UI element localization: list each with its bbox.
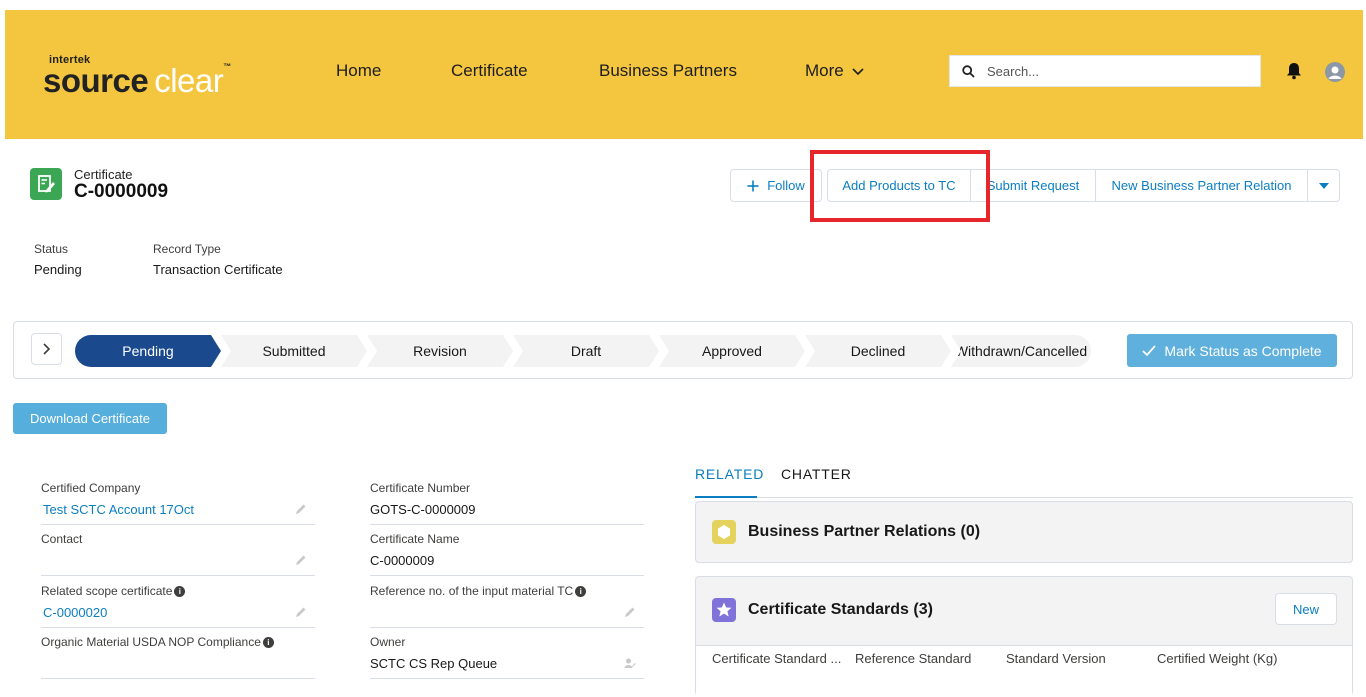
record-type-value: Transaction Certificate <box>153 262 283 277</box>
logo-main: source clear™ <box>43 62 231 99</box>
mark-status-label: Mark Status as Complete <box>1164 342 1322 359</box>
record-object-label: Certificate <box>74 167 133 182</box>
star-icon <box>712 598 736 622</box>
field-reference-no: Reference no. of the input material TC i <box>370 579 644 628</box>
check-icon <box>1142 344 1157 356</box>
user-icon <box>1328 66 1342 79</box>
path-stage[interactable]: Pending <box>75 335 221 367</box>
new-bp-relation-button[interactable]: New Business Partner Relation <box>1096 169 1308 202</box>
certificate-number-label: Certificate Number <box>370 481 471 495</box>
field-certified-company: Certified Company Test SCTC Account 17Oc… <box>41 476 315 525</box>
field-certificate-name: Certificate Name C-0000009 <box>370 527 644 576</box>
certified-company-label: Certified Company <box>41 481 141 495</box>
certified-company-link[interactable]: Test SCTC Account 17Oct <box>43 502 194 517</box>
path-stage[interactable]: Withdrawn/Cancelled <box>951 335 1091 367</box>
record-type-label: Record Type <box>153 242 221 256</box>
search-box[interactable] <box>949 55 1261 87</box>
edit-pencil-icon[interactable] <box>295 503 307 515</box>
logo[interactable]: intertek source clear™ <box>43 54 273 104</box>
owner-label: Owner <box>370 635 406 649</box>
tab-chatter[interactable]: CHATTER <box>781 466 852 482</box>
related-scope-label: Related scope certificate i <box>41 584 186 598</box>
info-icon[interactable]: i <box>174 585 186 597</box>
caret-down-icon <box>1318 182 1329 189</box>
info-icon[interactable]: i <box>575 585 587 597</box>
path-stage[interactable]: Revision <box>367 335 513 367</box>
edit-pencil-icon[interactable] <box>624 606 636 618</box>
follow-button[interactable]: Follow <box>730 169 822 202</box>
edit-pencil-icon[interactable] <box>295 554 307 566</box>
certificate-name-value: C-0000009 <box>370 553 435 568</box>
field-owner: Owner SCTC CS Rep Queue <box>370 630 644 679</box>
status-value: Pending <box>34 262 82 277</box>
avatar[interactable] <box>1325 62 1345 82</box>
bp-relations-icon <box>712 520 736 544</box>
column-header[interactable]: Certificate Standard ... <box>712 651 841 666</box>
path-stage[interactable]: Draft <box>513 335 659 367</box>
column-header[interactable]: Certified Weight (Kg) <box>1157 651 1277 666</box>
record-actions: Follow Add Products to TC Submit Request… <box>730 169 1340 202</box>
column-header[interactable]: Reference Standard <box>855 651 971 666</box>
edit-pencil-icon[interactable] <box>295 606 307 618</box>
bp-relations-title[interactable]: Business Partner Relations (0) <box>748 523 980 541</box>
column-header[interactable]: Standard Version <box>1006 651 1106 666</box>
path-stage[interactable]: Declined <box>805 335 951 367</box>
active-tab-indicator <box>695 496 757 498</box>
search-input[interactable] <box>987 60 1247 82</box>
certificate-name-label: Certificate Name <box>370 532 460 546</box>
organic-usda-label: Organic Material USDA NOP Compliance i <box>41 635 274 649</box>
field-organic-usda: Organic Material USDA NOP Compliance i <box>41 630 315 679</box>
chevron-right-icon <box>43 343 51 355</box>
path-bar: Pending Submitted Revision Draft Approved Dec… <box>13 321 1353 379</box>
field-contact: Contact <box>41 527 315 576</box>
related-scope-link[interactable]: C-0000020 <box>43 605 107 620</box>
path-stage[interactable]: Submitted <box>221 335 367 367</box>
owner-value: SCTC CS Rep Queue <box>370 656 498 671</box>
new-standard-button[interactable]: New <box>1275 593 1337 625</box>
field-certificate-number: Certificate Number GOTS-C-0000009 <box>370 476 644 525</box>
info-icon[interactable]: i <box>262 636 274 648</box>
path-stage[interactable]: Approved <box>659 335 805 367</box>
add-products-button[interactable]: Add Products to TC <box>827 169 971 202</box>
contact-label: Contact <box>41 532 83 546</box>
tabs-divider <box>695 497 1353 498</box>
path-toggle-button[interactable] <box>31 333 62 365</box>
bp-relations-card: Business Partner Relations (0) <box>695 501 1353 563</box>
nav-more[interactable]: More <box>805 61 865 81</box>
download-certificate-button[interactable]: Download Certificate <box>13 403 167 434</box>
reference-no-label: Reference no. of the input material TC i <box>370 584 587 598</box>
follow-label: Follow <box>767 178 805 193</box>
change-owner-icon[interactable] <box>624 657 636 669</box>
mark-status-complete-button[interactable]: Mark Status as Complete <box>1127 334 1337 367</box>
nav-certificate[interactable]: Certificate <box>451 61 528 81</box>
status-label: Status <box>34 242 69 256</box>
more-actions-button[interactable] <box>1308 169 1340 202</box>
nav-business-partners[interactable]: Business Partners <box>599 61 737 81</box>
certificate-record-icon <box>30 168 62 200</box>
cert-standards-card: Certificate Standards (3) New <box>695 576 1353 697</box>
tab-related[interactable]: RELATED <box>695 466 764 482</box>
plus-icon <box>747 180 759 191</box>
bell-icon[interactable] <box>1285 62 1303 80</box>
submit-request-button[interactable]: Submit Request <box>971 169 1096 202</box>
nav-home[interactable]: Home <box>336 61 381 81</box>
cert-standards-title[interactable]: Certificate Standards (3) <box>748 601 933 619</box>
search-icon <box>962 65 975 78</box>
certificate-number-value: GOTS-C-0000009 <box>370 502 476 517</box>
nav-more-label: More <box>805 61 844 80</box>
field-related-scope: Related scope certificate i C-0000020 <box>41 579 315 628</box>
record-name: C-0000009 <box>74 181 169 202</box>
chevron-down-icon <box>852 68 865 76</box>
